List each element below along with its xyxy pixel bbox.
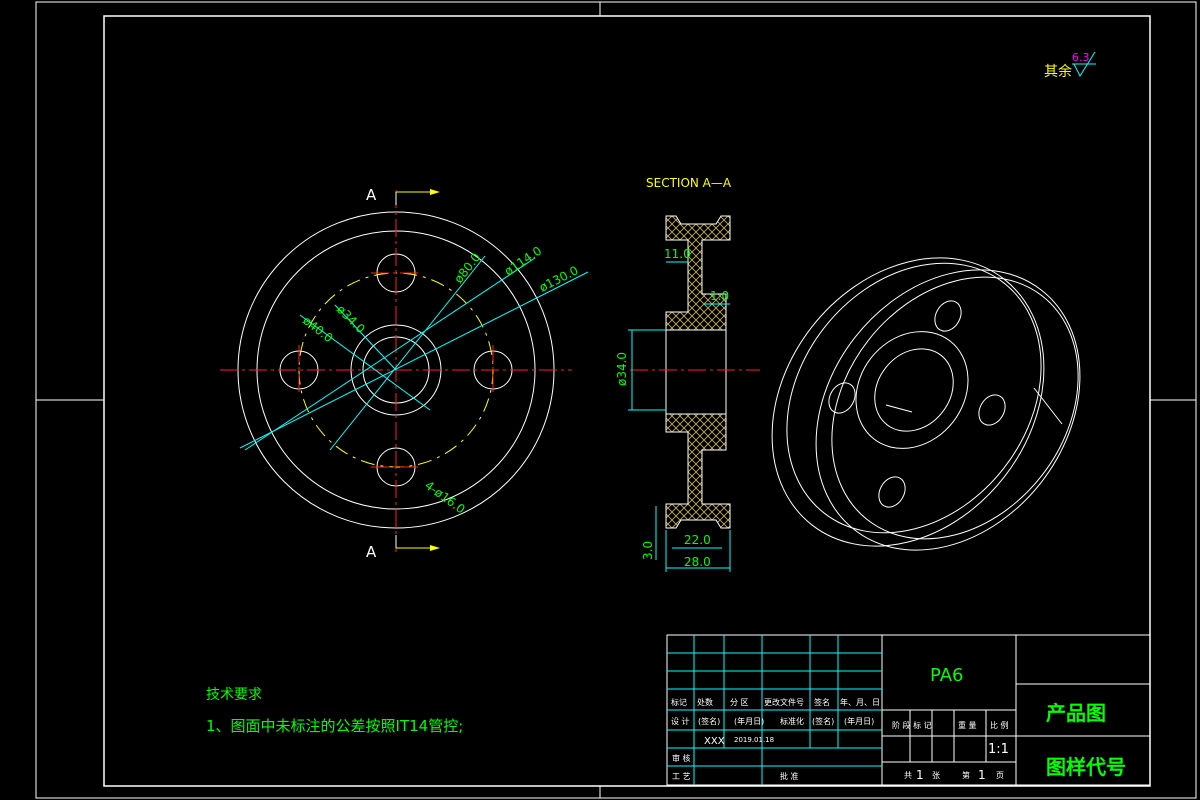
dim-22: 22.0 [684, 533, 711, 547]
drawing-sheet: 其余 6.3 A A ø80.0 ø114.0 ø130.0 ø34.0 ø40… [35, 1, 1197, 799]
td-total-label: 共 [904, 771, 912, 780]
dim-bore: ø34.0 [615, 352, 629, 386]
roughness-prefix: 其余 [1044, 63, 1072, 80]
th-doc: 更改文件号 [764, 697, 804, 707]
th-stage: 阶 段 标 记 [892, 720, 932, 730]
td-date2: (年月日) [844, 716, 874, 726]
td-date1: (年月日) [734, 716, 764, 726]
drawing-number: 图样代号 [1046, 755, 1126, 779]
sheet-border [35, 1, 1197, 799]
technical-notes: 技术要求 1、图面中未标注的公差按照IT14管控; [206, 687, 463, 735]
td-std: 标准化 [780, 716, 804, 726]
roughness-value: 6.3 [1072, 51, 1090, 64]
td-designer: XXX [704, 736, 725, 747]
td-sheet: 1 [978, 768, 986, 782]
title-block: 标记 处数 分 区 更改文件号 签名 年、月、日 设 计 (签名) (年月日) … [666, 634, 1151, 786]
td-design-date: 2019.01.18 [734, 736, 774, 744]
th-count: 处数 [697, 697, 713, 707]
td-sheet-label: 第 [962, 770, 970, 780]
product-name: 产品图 [1046, 701, 1106, 725]
th-mark: 标记 [671, 697, 687, 707]
th-scale: 比 例 [990, 720, 1009, 730]
material: PA6 [930, 665, 963, 686]
notes-line1: 1、图面中未标注的公差按照IT14管控; [206, 717, 463, 735]
front-view: A A ø80.0 ø114.0 ø130.0 ø34.0 ø40.0 4-ø1… [220, 186, 589, 561]
dim-3: 3.0 [641, 541, 655, 560]
dim-d80: ø80.0 [451, 250, 483, 285]
td-total: 1 [916, 768, 924, 782]
roughness-symbol: 其余 6.3 [1044, 51, 1096, 80]
td-approve: 批 准 [780, 771, 799, 781]
th-date: 年、月、日 [840, 697, 880, 707]
section-title: SECTION A—A [646, 176, 732, 190]
dim-d40: ø40.0 [300, 313, 335, 345]
dim-11: 11.0 [664, 247, 691, 261]
td-scale: 1:1 [988, 742, 1009, 757]
dim-d130: ø130.0 [537, 263, 581, 294]
notes-title: 技术要求 [206, 687, 262, 703]
td-total-unit: 张 [932, 771, 940, 780]
th-weight: 重 量 [958, 720, 977, 730]
td-sign1: (签名) [698, 716, 720, 726]
th-zone: 分 区 [730, 698, 749, 707]
dim-d114: ø114.0 [502, 244, 544, 279]
td-review: 审 核 [672, 753, 691, 763]
dim-d34: ø34.0 [334, 302, 368, 336]
dim-holes: 4-ø16.0 [422, 478, 467, 516]
dim-1: 1.0 [710, 289, 729, 303]
th-sign: 签名 [814, 697, 830, 707]
section-label-top: A [366, 186, 377, 204]
td-process: 工 艺 [672, 772, 691, 781]
isometric-view [771, 257, 1081, 551]
section-label-bottom: A [366, 543, 377, 561]
section-view: SECTION A—A 11.0 1.0 ø34.0 22.0 28.0 3.0 [615, 176, 760, 572]
td-sheet-unit: 页 [996, 771, 1004, 780]
td-sign2: (签名) [812, 716, 834, 726]
td-design: 设 计 [671, 716, 690, 726]
dim-28: 28.0 [684, 555, 711, 569]
